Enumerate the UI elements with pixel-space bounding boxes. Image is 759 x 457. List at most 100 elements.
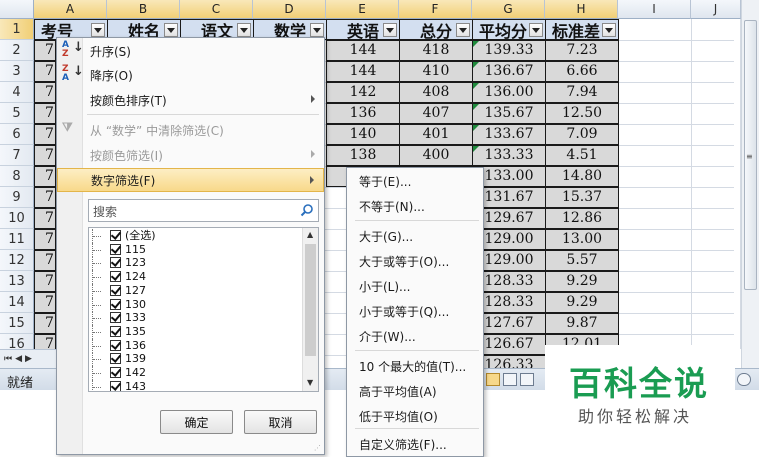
cell-average[interactable]: 136.00 [472, 82, 546, 103]
cancel-button[interactable]: 取消 [244, 410, 317, 434]
row-header[interactable]: 1 [0, 19, 34, 40]
filter-value-option[interactable]: 133 [89, 311, 301, 326]
column-header-j[interactable]: J [691, 0, 741, 19]
zoom-in-icon[interactable] [737, 373, 751, 386]
menu-item-sort-ascending[interactable]: A Z ↓ 升序(S) [57, 39, 324, 63]
checkbox-checked[interactable] [110, 243, 121, 255]
cell-stddev[interactable]: 12.50 [545, 103, 619, 124]
prev-sheet-icon[interactable]: ◀ [15, 354, 22, 364]
cell-exam-id[interactable]: 7 [34, 61, 56, 82]
number-filter-option[interactable]: 自定义筛选(F)... [347, 432, 483, 456]
resize-grip-icon[interactable]: ⋰ [314, 444, 322, 452]
cell-total[interactable]: 401 [399, 124, 473, 145]
cell-stddev[interactable]: 7.09 [545, 124, 619, 145]
vertical-scrollbar[interactable]: ≡ [741, 0, 759, 368]
search-input[interactable]: 搜索 [88, 199, 319, 222]
number-filter-option[interactable]: 大于或等于(O)... [347, 249, 483, 273]
filter-dropdown-button[interactable] [602, 23, 616, 37]
cell-exam-id[interactable]: 7 [34, 145, 56, 166]
number-filter-option[interactable]: 介于(W)... [347, 324, 483, 348]
cell-stddev[interactable]: 9.29 [545, 271, 619, 292]
cell-exam-id[interactable]: 7 [34, 229, 56, 250]
view-pagebreak-button[interactable] [520, 373, 534, 386]
column-header-a[interactable]: A [34, 0, 107, 19]
checkbox-checked[interactable] [110, 353, 121, 365]
cell-exam-id[interactable]: 7 [34, 40, 56, 61]
filter-value-option[interactable]: 136 [89, 338, 301, 353]
filter-dropdown-button[interactable] [383, 23, 397, 37]
filter-value-list[interactable]: (全选) 115 123 124 127 130 133 135 136 139 142 143 ▲ … [88, 227, 319, 392]
column-header-e[interactable]: E [326, 0, 399, 19]
cell-average[interactable]: 136.67 [472, 61, 546, 82]
row-header[interactable]: 12 [0, 250, 34, 271]
view-normal-button[interactable] [503, 373, 517, 386]
column-header-f[interactable]: F [399, 0, 472, 19]
menu-item-sort-descending[interactable]: Z A ↓ 降序(O) [57, 63, 324, 87]
cell-average[interactable]: 133.67 [472, 124, 546, 145]
row-header[interactable]: 4 [0, 82, 34, 103]
filter-value-option[interactable]: 139 [89, 352, 301, 367]
checkbox-checked[interactable] [110, 298, 121, 310]
filter-dropdown-button[interactable] [91, 23, 105, 37]
number-filter-option[interactable]: 低于平均值(O) [347, 404, 483, 428]
cell-exam-id[interactable]: 7 [34, 82, 56, 103]
checkbox-checked[interactable] [110, 312, 121, 324]
column-header-i[interactable]: I [618, 0, 691, 19]
cell-english[interactable]: 136 [326, 103, 400, 124]
scroll-up-icon[interactable]: ▲ [307, 230, 313, 239]
checkbox-checked[interactable] [110, 367, 121, 378]
scroll-down-icon[interactable]: ▼ [307, 378, 313, 387]
cell-stddev[interactable]: 7.23 [545, 40, 619, 61]
checkbox-checked[interactable] [110, 325, 121, 337]
row-header[interactable]: 2 [0, 40, 34, 61]
number-filter-option[interactable]: 小于(L)... [347, 274, 483, 298]
row-header[interactable]: 7 [0, 145, 34, 166]
cell-english[interactable]: 142 [326, 82, 400, 103]
select-all-corner[interactable] [0, 0, 34, 19]
cell-exam-id[interactable]: 7 [34, 292, 56, 313]
cell-stddev[interactable]: 5.57 [545, 250, 619, 271]
column-header-g[interactable]: G [472, 0, 545, 19]
list-scrollbar[interactable]: ▲ ▼ [302, 228, 318, 391]
view-layout-button[interactable] [486, 373, 500, 386]
row-header[interactable]: 9 [0, 187, 34, 208]
row-header[interactable]: 3 [0, 61, 34, 82]
cell-stddev[interactable]: 7.94 [545, 82, 619, 103]
sheet-tab-navigation[interactable]: ⏮ ◀ ▶ [0, 349, 56, 368]
filter-value-option[interactable]: 127 [89, 283, 301, 298]
checkbox-checked[interactable] [110, 230, 121, 241]
cell-stddev[interactable]: 4.51 [545, 145, 619, 166]
filter-value-option[interactable]: 130 [89, 297, 301, 312]
cell-stddev[interactable]: 9.29 [545, 292, 619, 313]
number-filter-option[interactable]: 大于(G)... [347, 224, 483, 248]
cell-exam-id[interactable]: 7 [34, 208, 56, 229]
filter-value-option[interactable]: 142 [89, 366, 301, 380]
checkbox-checked[interactable] [110, 284, 121, 296]
checkbox-checked[interactable] [110, 380, 121, 391]
filter-dropdown-button[interactable] [164, 23, 178, 37]
cell-stddev[interactable]: 9.87 [545, 313, 619, 334]
number-filter-option[interactable]: 高于平均值(A) [347, 379, 483, 403]
filter-value-option[interactable]: 115 [89, 242, 301, 257]
number-filter-option[interactable]: 10 个最大的值(T)... [347, 354, 483, 378]
cell-total[interactable]: 418 [399, 40, 473, 61]
column-header-c[interactable]: C [180, 0, 253, 19]
column-header-b[interactable]: B [107, 0, 180, 19]
row-header[interactable]: 6 [0, 124, 34, 145]
number-filter-option[interactable]: 不等于(N)... [347, 194, 483, 218]
cell-exam-id[interactable]: 7 [34, 271, 56, 292]
filter-dropdown-button[interactable] [310, 23, 324, 37]
checkbox-checked[interactable] [110, 271, 121, 283]
menu-item-sort-by-color[interactable]: 按颜色排序(T) [57, 88, 324, 112]
checkbox-checked[interactable] [110, 339, 121, 351]
column-header-h[interactable]: H [545, 0, 618, 19]
next-sheet-icon[interactable]: ▶ [25, 354, 32, 364]
filter-value-option[interactable]: 124 [89, 270, 301, 285]
number-filter-option[interactable]: 等于(E)... [347, 169, 483, 193]
select-all-option[interactable]: (全选) [89, 229, 301, 243]
filter-dropdown-button[interactable] [237, 23, 251, 37]
cell-exam-id[interactable]: 7 [34, 103, 56, 124]
row-header[interactable]: 5 [0, 103, 34, 124]
cell-exam-id[interactable]: 7 [34, 187, 56, 208]
menu-item-clear-filter[interactable]: ⧩ 从 “数学” 中清除筛选(C) [57, 118, 324, 142]
